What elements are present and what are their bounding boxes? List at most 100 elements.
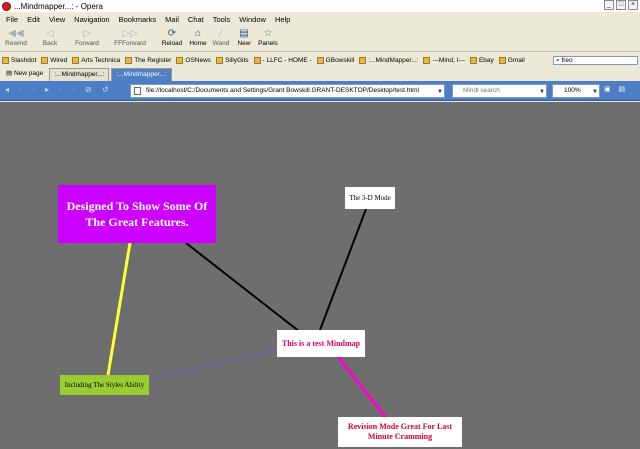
bookmark-label: :...MindMapper...: bbox=[368, 56, 419, 64]
mindmap-node-features[interactable]: Designed To Show Some Of The Great Featu… bbox=[58, 185, 216, 243]
bookmark-icon bbox=[2, 56, 9, 64]
menu-chat[interactable]: Chat bbox=[188, 15, 204, 24]
bookmark-label: OSNews bbox=[185, 56, 212, 64]
maximize-button[interactable]: □ bbox=[616, 0, 626, 10]
bookmark-label: - LLFC - HOME - bbox=[262, 56, 312, 64]
bookmark-label: SillyGits bbox=[225, 56, 249, 64]
reload-label: Reload bbox=[161, 40, 183, 47]
bookmark-wired[interactable]: Wired bbox=[41, 56, 67, 64]
bookmark-icon bbox=[41, 56, 49, 64]
rewind-icon: ◀◀ bbox=[8, 28, 24, 39]
bookmark-mind-i[interactable]: ---Mind, I--- bbox=[423, 56, 465, 64]
main-toolbar: ◀◀ Rewind ◁ Back ▷ Forward ▷▷ FFForward … bbox=[0, 26, 640, 52]
bookmark-icon bbox=[72, 56, 80, 64]
bookmark-icon bbox=[125, 56, 133, 64]
chevron-down-icon[interactable]: ▼ bbox=[592, 86, 598, 98]
bookmark-sillygits[interactable]: SillyGits bbox=[216, 56, 249, 64]
fastforward-label: FFForward bbox=[114, 40, 146, 47]
new-page-label: New page bbox=[13, 70, 44, 77]
panels-star-icon: ☆ bbox=[263, 28, 273, 39]
link-features-styles bbox=[106, 242, 132, 376]
bookmark-ebay[interactable]: Ebay bbox=[469, 56, 494, 64]
menu-edit[interactable]: Edit bbox=[27, 15, 40, 24]
link-features-center bbox=[185, 242, 301, 333]
bookmark-icon bbox=[253, 56, 261, 64]
tab-mindmapper-2[interactable]: :...Mindmapper...: bbox=[111, 68, 172, 81]
menu-bar: File Edit View Navigation Bookmarks Mail… bbox=[0, 12, 640, 26]
bookmark-label: The Register bbox=[134, 56, 172, 64]
chevron-down-icon[interactable]: ▼ bbox=[437, 86, 443, 97]
address-search-input[interactable]: Mindl search ▼ bbox=[452, 84, 547, 98]
bookmark-slashdot[interactable]: Slashdot bbox=[2, 56, 37, 64]
menu-bookmarks[interactable]: Bookmarks bbox=[119, 15, 157, 24]
panels-label: Panels bbox=[258, 40, 278, 47]
bookmark-label: GBowskill bbox=[325, 56, 355, 64]
wand-button[interactable]: ⁄ Wand bbox=[210, 27, 232, 47]
mindmap-node-center[interactable]: This is a test Mindmap bbox=[277, 330, 365, 357]
menu-view[interactable]: View bbox=[49, 15, 65, 24]
new-page-icon: ▤ bbox=[239, 28, 249, 39]
bookmark-icon bbox=[423, 56, 431, 64]
toolbar-search-input[interactable]: ⌕ freo bbox=[553, 56, 638, 65]
title-bar: ...Mindmapper...: - Opera _ □ × bbox=[0, 0, 640, 12]
url-value: file://localhost/C:/Documents and Settin… bbox=[146, 87, 419, 94]
back-label: Back bbox=[42, 40, 58, 47]
url-input[interactable]: file://localhost/C:/Documents and Settin… bbox=[130, 84, 445, 98]
document-icon bbox=[134, 87, 141, 95]
zoom-select[interactable]: 100% ▼ bbox=[552, 84, 600, 98]
link-center-revision bbox=[336, 356, 390, 421]
menu-mail[interactable]: Mail bbox=[165, 15, 179, 24]
fastforward-icon: ▷▷ bbox=[122, 28, 138, 39]
view-options-icons[interactable]: ▣ ▤ bbox=[604, 85, 628, 93]
menu-file[interactable]: File bbox=[6, 15, 18, 24]
menu-window[interactable]: Window bbox=[239, 15, 266, 24]
home-button[interactable]: ⌂ Home bbox=[187, 27, 209, 47]
bookmark-icon bbox=[359, 56, 367, 64]
bookmark-gmail[interactable]: Gmail bbox=[498, 56, 525, 64]
home-icon: ⌂ bbox=[194, 28, 202, 39]
new-page-icon: ▤ bbox=[6, 70, 14, 77]
mindmap-node-styles[interactable]: Including The Styles Ability bbox=[60, 375, 149, 395]
home-label: Home bbox=[189, 40, 207, 47]
bookmark-arts-technica[interactable]: Arts Technica bbox=[72, 56, 120, 64]
tab-mindmapper-1[interactable]: :...Mindmapper...: bbox=[49, 68, 110, 81]
bookmark-osnews[interactable]: OSNews bbox=[176, 56, 212, 64]
rewind-label: Rewind bbox=[5, 40, 27, 47]
page-content: Designed To Show Some Of The Great Featu… bbox=[0, 102, 640, 449]
bookmark-icon bbox=[469, 56, 477, 64]
fastforward-button[interactable]: ▷▷ FFForward bbox=[112, 27, 148, 47]
back-button[interactable]: ◁ Back bbox=[40, 27, 60, 47]
reload-button[interactable]: ⟳ Reload bbox=[160, 27, 184, 47]
new-button[interactable]: ▤ New bbox=[235, 27, 253, 47]
window-controls: _ □ × bbox=[604, 0, 638, 10]
bookmark-label: Ebay bbox=[478, 56, 494, 64]
bookmark-the-register[interactable]: The Register bbox=[125, 56, 172, 64]
menu-tools[interactable]: Tools bbox=[213, 15, 231, 24]
forward-icon: ▷ bbox=[83, 28, 91, 39]
mindmap-node-revision[interactable]: Revision Mode Great For Last Minute Cram… bbox=[338, 417, 462, 447]
tab-bar: ▤ New page :...Mindmapper...: :...Mindma… bbox=[0, 67, 640, 81]
forward-label: Forward bbox=[75, 40, 99, 47]
bookmark-mindmapper[interactable]: :...MindMapper...: bbox=[359, 56, 419, 64]
bookmark-llfc-home[interactable]: - LLFC - HOME - bbox=[253, 56, 312, 64]
bookmarks-bar: Slashdot Wired Arts Technica The Registe… bbox=[0, 53, 640, 67]
zoom-value: 100% bbox=[564, 87, 581, 94]
forward-button[interactable]: ▷ Forward bbox=[72, 27, 102, 47]
bookmark-label: Slashdot bbox=[11, 56, 37, 64]
opera-logo-icon bbox=[2, 1, 11, 11]
bookmark-icon bbox=[176, 56, 184, 64]
rewind-button[interactable]: ◀◀ Rewind bbox=[4, 27, 28, 47]
minimize-button[interactable]: _ bbox=[604, 0, 614, 10]
bookmark-gbowskill[interactable]: GBowskill bbox=[316, 56, 355, 64]
chevron-down-icon[interactable]: ▼ bbox=[539, 86, 545, 98]
bookmark-label: Gmail bbox=[507, 56, 525, 64]
address-bar: ◂ · · ▸ · · ⊘ ↺ file://localhost/C:/Docu… bbox=[0, 81, 640, 101]
menu-navigation[interactable]: Navigation bbox=[74, 15, 109, 24]
window-title: ...Mindmapper...: - Opera bbox=[14, 1, 103, 11]
mindmap-node-3d-mode[interactable]: The 3-D Mode bbox=[345, 187, 395, 209]
new-page-tab-button[interactable]: ▤ New page bbox=[2, 68, 47, 81]
close-button[interactable]: × bbox=[628, 0, 638, 10]
bookmark-icon bbox=[316, 56, 324, 64]
panels-button[interactable]: ☆ Panels bbox=[257, 27, 279, 47]
menu-help[interactable]: Help bbox=[275, 15, 290, 24]
